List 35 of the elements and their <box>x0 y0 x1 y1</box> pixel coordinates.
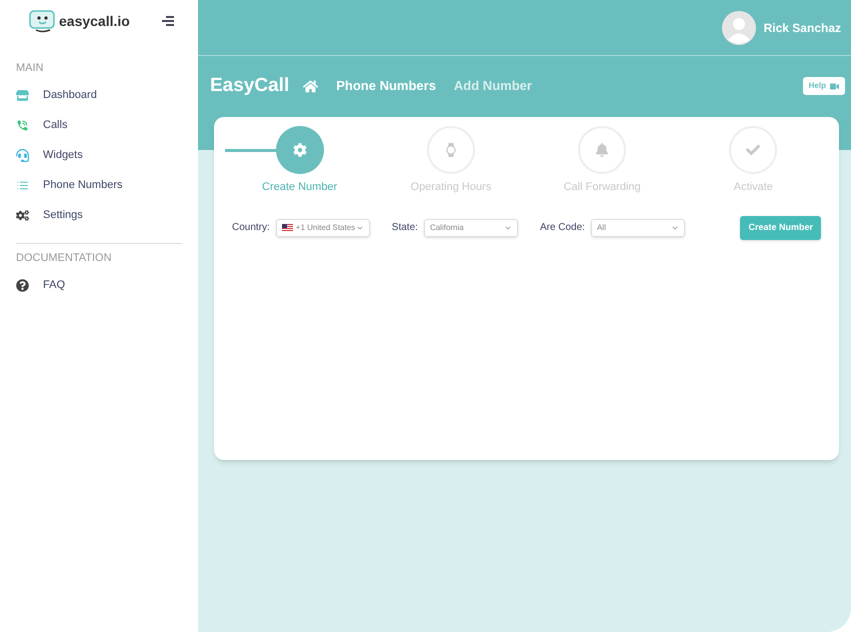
step-label: Create Number <box>262 180 338 195</box>
settings-icon <box>292 143 307 157</box>
sidebar-item[interactable]: Calls <box>16 110 182 140</box>
create-number-button[interactable]: Create Number <box>740 216 821 240</box>
help-icon <box>16 278 29 292</box>
video-icon <box>830 82 839 90</box>
field-label: Country: <box>232 221 270 235</box>
watch-icon <box>444 143 458 157</box>
sidebar-item[interactable]: Dashboard <box>16 80 182 110</box>
page-title: EasyCall <box>210 74 290 98</box>
brand-name: easycall.io <box>59 12 130 31</box>
menu-toggle-icon[interactable] <box>162 16 174 26</box>
field-label: Are Code: <box>540 221 585 235</box>
select-field[interactable]: California <box>424 218 518 236</box>
avatar-icon <box>722 10 756 44</box>
select-field[interactable]: All <box>590 218 685 236</box>
sidebar-item[interactable]: FAQ <box>16 270 182 300</box>
section-heading: DOCUMENTATION <box>16 250 113 266</box>
phone-icon <box>16 119 29 132</box>
logo-icon <box>28 9 58 33</box>
select-field[interactable]: +1 United States <box>276 218 370 236</box>
help-button[interactable]: Help <box>802 77 845 95</box>
check-icon <box>746 143 760 157</box>
headset-icon <box>16 149 29 162</box>
field-label: State: <box>392 221 418 235</box>
sidebar-item[interactable]: Phone Numbers <box>16 170 182 200</box>
bell-icon <box>595 143 610 157</box>
section-heading: MAIN <box>16 61 44 76</box>
sidebar-item[interactable]: Settings <box>16 200 182 230</box>
user-name: Rick Sanchaz <box>764 20 841 36</box>
store-icon <box>16 89 29 102</box>
flag-icon <box>282 224 293 231</box>
sidebar-item[interactable]: Widgets <box>16 140 182 170</box>
breadcrumb-link[interactable]: Phone Numbers <box>336 76 436 96</box>
settings-icon <box>16 209 29 222</box>
